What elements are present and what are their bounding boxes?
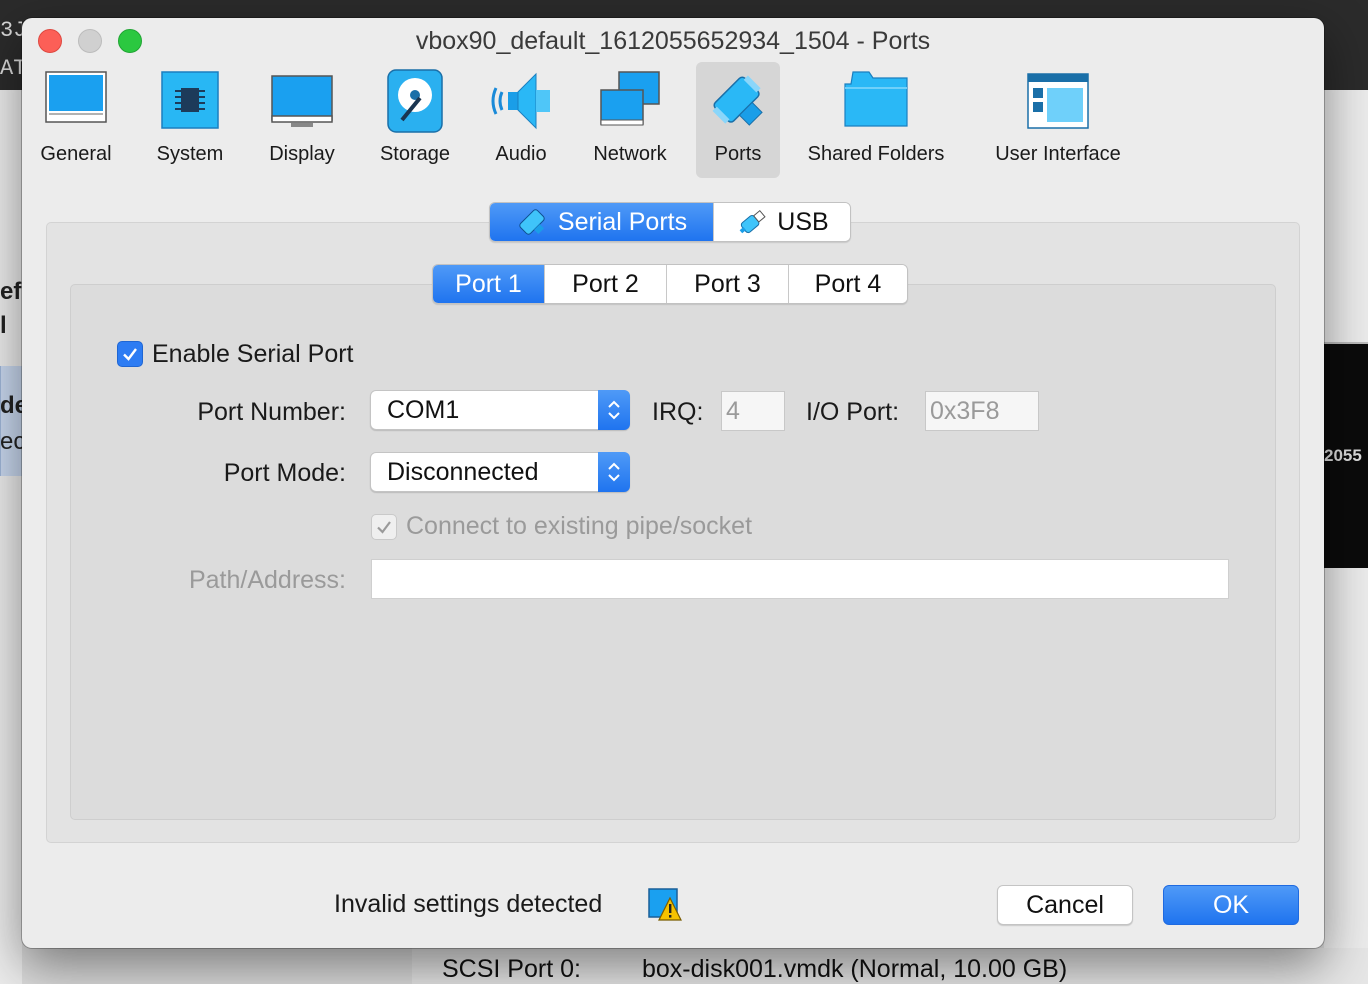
port-mode-value: Disconnected (387, 458, 539, 486)
host-vm-preview-text: 2055 (1324, 446, 1362, 465)
serial-port-icon (519, 209, 545, 235)
port-number-select[interactable]: COM1 (370, 390, 630, 430)
warning-icon[interactable] (648, 888, 682, 922)
toolbar-shared-folders[interactable]: Shared Folders (796, 62, 956, 178)
enable-serial-port-label: Enable Serial Port (152, 340, 354, 368)
toolbar-storage[interactable]: Storage (368, 62, 462, 178)
user-interface-icon (1027, 73, 1089, 129)
tab-port-2[interactable]: Port 2 (545, 265, 667, 303)
port-mode-label: Port Mode: (223, 459, 346, 487)
storage-icon (387, 69, 443, 133)
toolbar-label: Display (269, 143, 335, 165)
enable-serial-port-checkbox[interactable] (117, 341, 143, 367)
network-icon (600, 71, 660, 126)
toolbar-label: System (156, 143, 224, 165)
chevron-updown-icon (598, 390, 630, 430)
host-left-text: l (0, 312, 7, 339)
checkmark-icon (123, 348, 137, 361)
host-scsi-label: SCSI Port 0: (442, 955, 581, 983)
toolbar-user-interface[interactable]: User Interface (982, 62, 1134, 178)
host-left-panel (0, 90, 22, 984)
invalid-settings-text: Invalid settings detected (334, 890, 603, 918)
toolbar-label: Ports (714, 143, 762, 165)
usb-icon (739, 209, 766, 234)
host-left-text: efa (0, 278, 22, 305)
title-bar: vbox90_default_1612055652934_1504 - Port… (22, 18, 1324, 64)
ok-button[interactable]: OK (1163, 885, 1299, 925)
host-scsi-value: box-disk001.vmdk (Normal, 10.00 GB) (642, 955, 1068, 983)
tab-port-4[interactable]: Port 4 (789, 265, 907, 303)
checkmark-icon (377, 521, 391, 534)
host-top-text-2: AT (0, 56, 22, 81)
chevron-updown-icon (598, 452, 630, 492)
toolbar-audio[interactable]: Audio (480, 62, 562, 178)
toolbar-general[interactable]: General (28, 62, 124, 178)
toolbar-system[interactable]: System (144, 62, 236, 178)
connect-existing-checkbox (371, 514, 397, 540)
toolbar-ports[interactable]: Ports (696, 62, 780, 178)
io-port-value: 0x3F8 (930, 397, 1000, 425)
port-tab-bar: Port 1 Port 2 Port 3 Port 4 (432, 264, 908, 304)
irq-field[interactable]: 4 (721, 391, 785, 431)
cancel-button[interactable]: Cancel (997, 885, 1133, 925)
toolbar-label: Shared Folders (807, 143, 945, 165)
host-left-text: ec (0, 428, 22, 455)
io-port-field[interactable]: 0x3F8 (925, 391, 1039, 431)
toolbar-label: Storage (379, 143, 451, 165)
audio-icon (491, 72, 550, 130)
toolbar-label: Network (593, 143, 667, 165)
host-left-text: de (0, 392, 22, 419)
settings-dialog: vbox90_default_1612055652934_1504 - Port… (22, 18, 1324, 948)
connect-existing-label: Connect to existing pipe/socket (406, 512, 753, 540)
host-top-text: 3J (0, 18, 22, 43)
path-address-field (371, 559, 1229, 599)
tab-port-1[interactable]: Port 1 (433, 265, 545, 303)
tab-usb-label: USB (777, 207, 829, 236)
path-address-label: Path/Address: (188, 566, 346, 594)
general-icon (45, 71, 107, 123)
ports-icon (712, 75, 763, 126)
port-number-value: COM1 (387, 396, 460, 424)
port-number-label: Port Number: (197, 398, 346, 426)
display-icon (271, 75, 333, 127)
toolbar-network[interactable]: Network (580, 62, 680, 178)
port-mode-select[interactable]: Disconnected (370, 452, 630, 492)
tab-serial-ports-label: Serial Ports (557, 207, 688, 236)
toolbar-label: User Interface (995, 143, 1121, 165)
toolbar-display[interactable]: Display (256, 62, 348, 178)
host-left-selection (0, 366, 22, 476)
ports-tab-bar: Serial Ports USB (489, 202, 851, 242)
tab-serial-ports[interactable]: Serial Ports (490, 203, 714, 241)
io-port-label: I/O Port: (806, 398, 900, 426)
settings-toolbar: General System Display Storage Audio Net… (22, 62, 1324, 182)
folder-icon (844, 71, 908, 127)
toolbar-label: Audio (495, 143, 547, 165)
tab-port-3[interactable]: Port 3 (667, 265, 789, 303)
irq-label: IRQ: (652, 398, 704, 426)
irq-value: 4 (726, 397, 740, 425)
system-icon (161, 71, 219, 129)
window-title: vbox90_default_1612055652934_1504 - Port… (415, 27, 931, 55)
toolbar-label: General (40, 143, 112, 165)
tab-usb[interactable]: USB (714, 203, 850, 241)
